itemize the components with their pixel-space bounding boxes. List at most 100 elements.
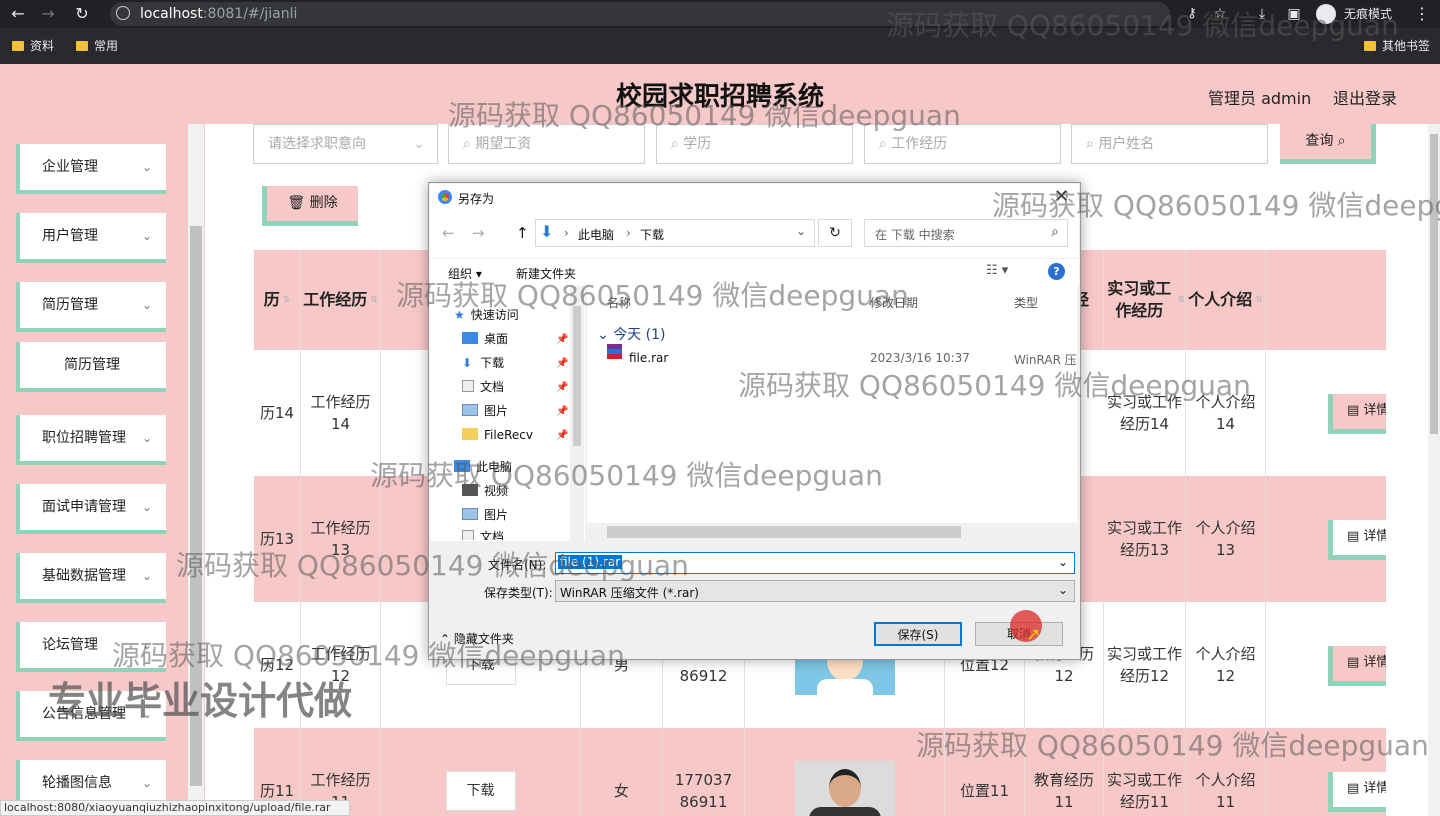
sidebar-item-company[interactable]: 企业管理 ⌄: [16, 144, 166, 194]
dialog-search-input[interactable]: 在 下载 中搜索 ⌕: [864, 219, 1068, 247]
star-icon: ★: [454, 308, 465, 322]
forward-icon[interactable]: →: [472, 224, 485, 242]
nav-quick-access[interactable]: ★ 快速访问: [454, 304, 519, 326]
nav-documents-pc[interactable]: 文档: [462, 526, 504, 540]
sidebar-item-basedata[interactable]: 基础数据管理 ⌄: [16, 553, 166, 603]
nav-pictures-pc[interactable]: 图片: [462, 504, 508, 526]
sidebar-item-forum[interactable]: 论坛管理 ⌄: [16, 622, 166, 672]
incognito-icon: [1316, 4, 1336, 24]
education-input[interactable]: ⌕ 学历: [656, 124, 853, 164]
view-icon[interactable]: ☷ ▾: [986, 263, 1008, 278]
filetype-select[interactable]: WinRAR 压缩文件 (*.rar) ⌄: [555, 580, 1075, 602]
save-button[interactable]: 保存(S): [874, 622, 962, 646]
table-cell: 工作经历12: [301, 602, 381, 728]
path-segment[interactable]: 此电脑: [578, 226, 614, 243]
salary-input[interactable]: ⌕ 期望工资: [448, 124, 645, 164]
document-icon: [462, 380, 474, 392]
sidepanel-icon[interactable]: ▣: [1282, 0, 1306, 28]
forward-icon[interactable]: →: [36, 0, 60, 28]
filename-input[interactable]: file (1).rar ⌄: [555, 552, 1075, 574]
chevron-down-icon: ⌄: [141, 229, 152, 243]
pin-icon: 📌: [556, 406, 569, 417]
intent-select[interactable]: 请选择求职意向 ⌄: [253, 124, 438, 164]
navigation-pane: ★ 快速访问 桌面 📌 ⬇ 下载 📌 文档 📌 图片 📌 FileRecv 📌 此电…: [430, 286, 585, 541]
up-icon[interactable]: ↑: [516, 224, 529, 242]
detail-button[interactable]: ▤ 详情: [1328, 646, 1386, 686]
header-cell[interactable]: 工作经历 ⇅: [301, 250, 381, 350]
header-cell[interactable]: 个人介绍 ⇅: [1186, 250, 1266, 350]
col-name[interactable]: 名称: [607, 294, 631, 311]
refresh-icon[interactable]: ↻: [818, 219, 852, 247]
experience-input[interactable]: ⌕ 工作经历: [864, 124, 1061, 164]
sidebar-item-interview[interactable]: 面试申请管理 ⌄: [16, 484, 166, 534]
nav-desktop[interactable]: 桌面: [462, 328, 508, 350]
sidebar-item-users[interactable]: 用户管理 ⌄: [16, 213, 166, 263]
detail-button[interactable]: ▤ 详情: [1328, 772, 1386, 812]
organize-button[interactable]: 组织 ▾: [448, 265, 482, 282]
chevron-down-icon: ⌄: [413, 136, 425, 152]
help-icon[interactable]: ?: [1048, 263, 1065, 280]
bookmark-changyong[interactable]: 常用: [76, 28, 118, 64]
col-type[interactable]: 类型: [1014, 294, 1038, 311]
sidebar-scroll-thumb[interactable]: [190, 226, 202, 786]
sidebar-item-jobs[interactable]: 职位招聘管理 ⌄: [16, 415, 166, 465]
detail-button[interactable]: ▤ 详情: [1328, 520, 1386, 560]
menu-icon[interactable]: ⋮: [1410, 0, 1434, 28]
table-cell: 位置11: [945, 728, 1025, 816]
file-hscrollbar[interactable]: [587, 523, 1077, 541]
download-icon[interactable]: ⤓: [1250, 0, 1274, 28]
nav-this-pc[interactable]: 此电脑: [454, 456, 512, 478]
table-cell: 实习或工作经历14: [1104, 350, 1186, 476]
header-cell[interactable]: 实习或工作经历 ⇅: [1104, 250, 1186, 350]
sidebar: 企业管理 ⌄ 用户管理 ⌄ 简历管理 ⌄ 简历管理 职位招聘管理 ⌄ 面试申请管理 ⌄ 基…: [0, 124, 205, 816]
path-bar[interactable]: ⬇ › 此电脑 › 下载 ⌄: [535, 219, 815, 247]
bookmarks-bar: [0, 28, 1440, 64]
nav-videos[interactable]: 视频: [462, 480, 508, 502]
chevron-down-icon[interactable]: ⌄: [796, 224, 806, 238]
file-date: 2023/3/16 10:37: [870, 351, 970, 365]
chevron-down-icon: ⌄: [141, 431, 152, 445]
search-icon: ⌕: [1051, 224, 1059, 240]
nav-documents[interactable]: 文档: [462, 376, 504, 398]
pin-icon: 📌: [556, 430, 569, 441]
computer-icon: [454, 460, 470, 472]
folder-icon: [12, 41, 24, 51]
trash-icon: 🗑: [287, 195, 306, 211]
new-folder-button[interactable]: 新建文件夹: [516, 265, 576, 282]
delete-button[interactable]: 🗑 删除: [262, 186, 358, 226]
bookmark-other[interactable]: 其他书签: [1364, 28, 1430, 64]
nav-downloads[interactable]: ⬇ 下载: [462, 352, 504, 374]
bookmark-ziliao[interactable]: 资料: [12, 28, 54, 64]
group-today[interactable]: ⌄ 今天 (1): [597, 324, 665, 344]
back-icon[interactable]: ←: [6, 0, 30, 28]
query-button[interactable]: 查询 ⌕: [1280, 124, 1376, 164]
logout-link[interactable]: 退出登录: [1333, 85, 1397, 109]
back-icon[interactable]: ←: [442, 224, 455, 242]
col-modified[interactable]: 修改日期: [870, 294, 918, 311]
dialog-titlebar: [430, 184, 1079, 212]
info-icon[interactable]: [116, 6, 130, 20]
file-name[interactable]: file.rar: [629, 351, 668, 365]
sidebar-item-notice[interactable]: 公告信息管理 ⌄: [16, 691, 166, 741]
key-icon[interactable]: ⚷: [1180, 0, 1204, 28]
chrome-icon: [438, 190, 452, 204]
nav-filerecv[interactable]: FileRecv: [462, 424, 533, 446]
header-cell[interactable]: 历 ⇅: [254, 250, 301, 350]
current-user: 管理员 admin: [1208, 89, 1312, 108]
hide-folders-toggle[interactable]: ⌃ 隐藏文件夹: [440, 630, 514, 647]
video-icon: [462, 484, 478, 496]
address-bar[interactable]: localhost:8081/#/jianli: [110, 2, 1170, 26]
detail-button[interactable]: ▤ 详情: [1328, 394, 1386, 434]
star-icon[interactable]: ☆: [1208, 0, 1232, 28]
sidebar-item-resume[interactable]: 简历管理 ⌄: [16, 282, 166, 332]
path-segment[interactable]: 下载: [640, 226, 664, 243]
folder-icon: [1364, 41, 1376, 51]
nav-scrollbar[interactable]: [570, 286, 584, 541]
close-icon[interactable]: ✕: [1054, 186, 1069, 207]
username-input[interactable]: ⌕ 用户姓名: [1071, 124, 1268, 164]
download-button[interactable]: 下载: [445, 771, 516, 811]
reload-icon[interactable]: ↻: [70, 0, 94, 28]
page-scrollbar[interactable]: [1428, 124, 1440, 816]
sidebar-subitem-resume[interactable]: 简历管理: [16, 342, 166, 392]
nav-pictures[interactable]: 图片: [462, 400, 508, 422]
